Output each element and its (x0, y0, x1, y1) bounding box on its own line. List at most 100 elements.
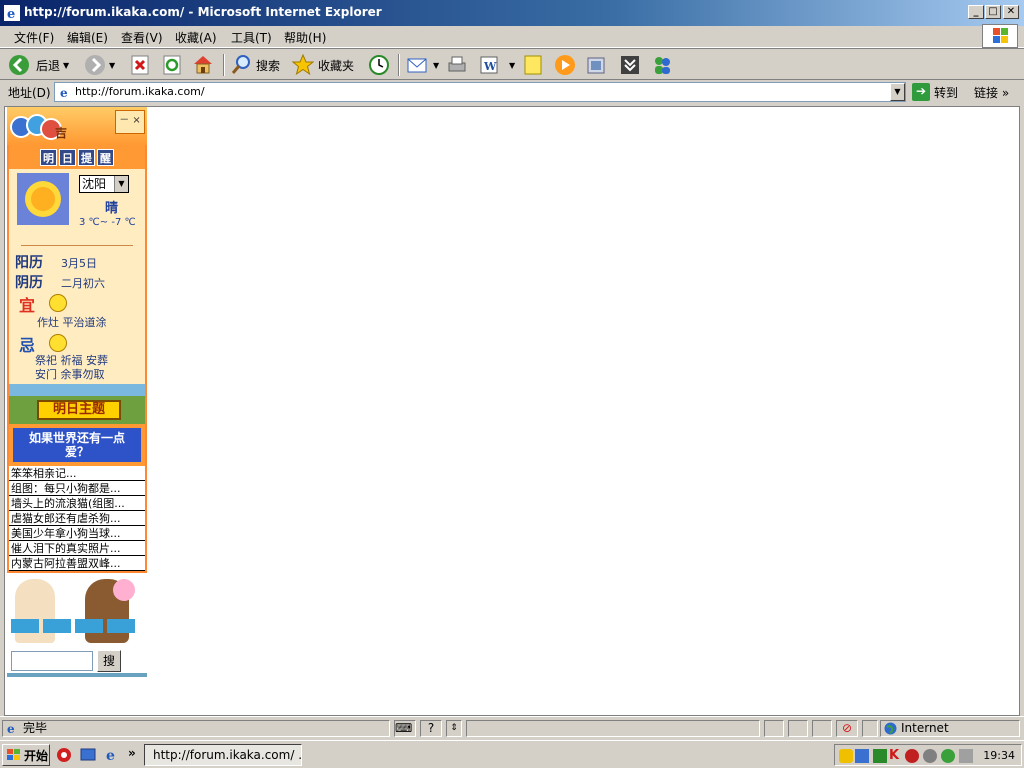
menu-bar: 文件(F) 编辑(E) 查看(V) 收藏(A) 工具(T) 帮助(H) (0, 26, 1024, 48)
maximize-button[interactable]: □ (985, 5, 1001, 19)
keyboard-icon[interactable]: ⌨ (394, 720, 416, 737)
widget-search-button[interactable]: 搜 (97, 650, 121, 672)
suitable-section: 宜 作灶 平治道涂 (9, 292, 145, 332)
address-url: http://forum.ikaka.com/ (75, 85, 205, 98)
firewall-tray-icon[interactable] (905, 749, 919, 763)
mail-dropdown-icon[interactable]: ▼ (433, 61, 439, 70)
widget-search-input[interactable] (11, 651, 93, 671)
news-link[interactable]: 墙头上的流浪猫(组图... (9, 496, 145, 511)
msn-icon[interactable] (651, 54, 673, 76)
ie-quicklaunch-icon[interactable]: e (104, 747, 120, 763)
network-tray-icon[interactable] (855, 749, 869, 763)
windows-flag-icon (7, 749, 20, 760)
taskbar-ie-window[interactable]: e http://forum.ikaka.com/ ... (144, 744, 302, 766)
favorites-button[interactable]: 收藏夹 (292, 53, 354, 77)
window-title: http://forum.ikaka.com/ - Microsoft Inte… (24, 5, 382, 19)
menu-file[interactable]: 文件(F) (14, 29, 54, 46)
settings-tray-icon[interactable] (923, 749, 937, 763)
page-icon: e (60, 86, 68, 99)
menu-help[interactable]: 帮助(H) (284, 29, 326, 46)
forward-button[interactable]: ▼ (84, 53, 115, 77)
temperature: 3 ℃~ -7 ℃ (79, 217, 136, 228)
stop-icon[interactable] (129, 54, 151, 76)
quicklaunch-more-icon[interactable]: » (128, 746, 136, 760)
widget-header: 吉 － × (7, 107, 147, 145)
search-label: 搜索 (256, 58, 281, 73)
news-link[interactable]: 催人泪下的真实照片... (9, 541, 145, 556)
help-icon[interactable]: ? (420, 720, 442, 737)
k-tray-icon[interactable]: K (889, 749, 903, 763)
go-label: 转到 (934, 85, 959, 100)
history-icon[interactable] (368, 54, 390, 76)
tomorrow-topic-label: 明日主题 (37, 400, 121, 420)
news-link[interactable]: 组图：每只小狗都是... (9, 481, 145, 496)
widget-bottom-bar (7, 673, 147, 677)
menu-tools[interactable]: 工具(T) (231, 29, 272, 46)
back-button[interactable]: 后退 ▼ (8, 53, 69, 77)
title-bar: e http://forum.ikaka.com/ - Microsoft In… (0, 0, 1024, 26)
menu-view[interactable]: 查看(V) (121, 29, 163, 46)
search-button[interactable]: 搜索 (230, 53, 280, 77)
menu-favorites[interactable]: 收藏(A) (175, 29, 217, 46)
address-dropdown-icon[interactable]: ▼ (890, 83, 905, 101)
tomorrow-reminder-banner: 明 日 提 醒 (9, 145, 145, 169)
edit-dropdown-icon[interactable]: ▼ (509, 61, 515, 70)
antivirus-quicklaunch-icon[interactable] (56, 747, 72, 763)
monitor-tray-icon[interactable] (873, 749, 887, 763)
city-dropdown-icon: ▼ (114, 176, 128, 192)
weather-box: 沈阳 ▼ 晴 3 ℃~ -7 ℃ (9, 169, 145, 239)
lock-tray-icon[interactable] (839, 749, 853, 763)
forward-dropdown-icon[interactable]: ▼ (109, 61, 115, 70)
lunar-label: 阴历 (15, 275, 43, 291)
city-select[interactable]: 沈阳 ▼ (79, 175, 129, 193)
news-link[interactable]: 内蒙古阿拉善盟双峰... (9, 556, 145, 571)
page-done-icon: e (7, 722, 15, 735)
search-icon (231, 55, 250, 74)
print-icon[interactable] (446, 54, 468, 76)
media-player-icon[interactable] (554, 54, 576, 76)
start-button[interactable]: 开始 (2, 744, 50, 766)
status-empty-cell (788, 720, 808, 737)
security-zone-cell: Internet (880, 720, 1020, 737)
home-icon[interactable] (192, 53, 214, 75)
popup-blocked-icon[interactable]: ⊘ (836, 720, 858, 737)
solar-label: 阳历 (15, 255, 43, 271)
flower-icon (113, 579, 135, 601)
calendar-widget: 吉 － × 明 日 提 醒 沈阳 ▼ 晴 3 ℃~ -7 ℃ 阳历 3月5日 阴… (7, 107, 147, 677)
widget-search-row: 搜 (7, 649, 147, 673)
news-link[interactable]: 美国少年拿小狗当球... (9, 526, 145, 541)
avoid-label: 忌 (19, 336, 36, 355)
remind-char: 明 (40, 148, 57, 166)
topic-title[interactable]: 如果世界还有一点爱？ (13, 428, 141, 462)
lunar-date-row: 阴历 二月初六 (9, 272, 145, 292)
address-bar: 地址(D) e http://forum.ikaka.com/ ▼ ➔ 转到 链… (0, 80, 1024, 104)
note-icon[interactable] (522, 54, 544, 76)
edit-word-icon[interactable]: W (478, 54, 500, 76)
scroll-arrows-icon[interactable]: ⇕ (446, 720, 462, 737)
remind-char: 日 (59, 148, 76, 166)
menu-edit[interactable]: 编辑(E) (67, 29, 108, 46)
links-button[interactable]: 链接 » (974, 84, 1009, 101)
messenger-tool-icon[interactable] (585, 54, 607, 76)
refresh-icon[interactable] (161, 54, 183, 76)
news-link[interactable]: 笨笨相亲记... (9, 466, 145, 481)
address-input[interactable]: e http://forum.ikaka.com/ (54, 82, 906, 102)
news-link[interactable]: 虐猫女郎还有虐杀狗... (9, 511, 145, 526)
mail-icon[interactable] (406, 54, 428, 76)
connection-tray-icon[interactable] (959, 749, 973, 763)
desktop-quicklaunch-icon[interactable] (80, 747, 96, 763)
minimize-button[interactable]: _ (968, 5, 984, 19)
update-tray-icon[interactable] (941, 749, 955, 763)
widget-controls[interactable]: － × (115, 110, 145, 134)
status-empty-cell (812, 720, 832, 737)
go-button[interactable]: ➔ 转到 (912, 82, 958, 102)
address-label: 地址(D) (8, 86, 51, 100)
back-dropdown-icon[interactable]: ▼ (63, 61, 69, 70)
suitable-label: 宜 (19, 296, 36, 315)
start-label: 开始 (24, 748, 49, 763)
download-icon[interactable] (619, 54, 641, 76)
task-label: http://forum.ikaka.com/ ... (153, 748, 302, 762)
banner-ad-image[interactable] (7, 575, 147, 649)
toolbar-separator (223, 54, 225, 76)
close-button[interactable]: ✕ (1003, 5, 1019, 19)
